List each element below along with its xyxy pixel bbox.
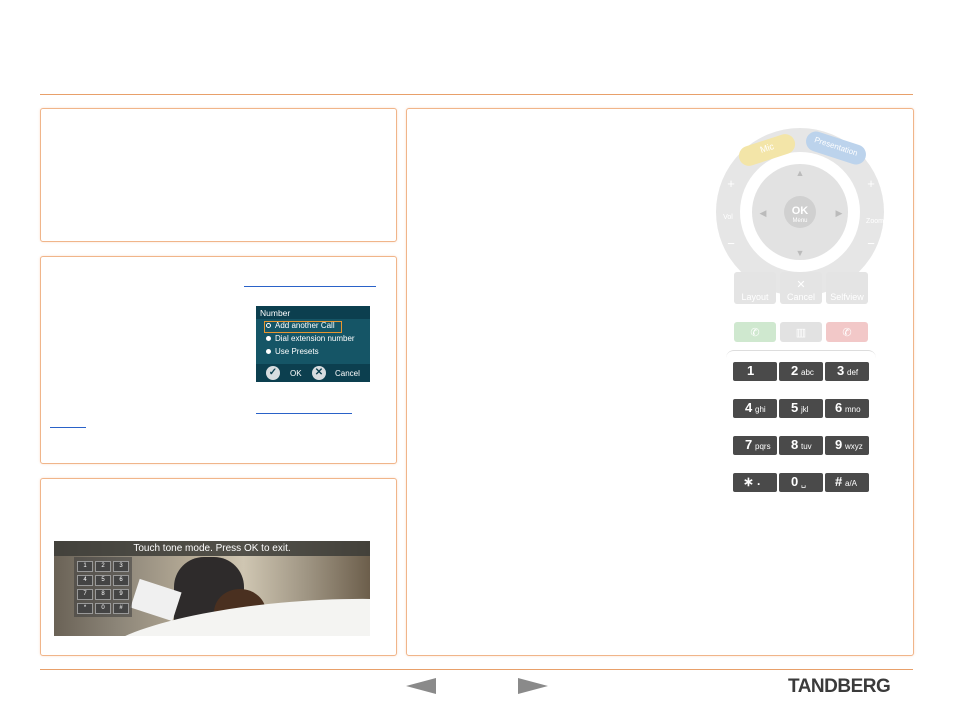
ok-label[interactable]: OK	[290, 369, 302, 378]
ok-label: OK	[791, 205, 809, 217]
arrow-left-icon[interactable]	[406, 678, 436, 694]
footer-rule	[40, 669, 913, 670]
keypad-key-star[interactable]: ∗.	[733, 473, 777, 492]
touch-tone-screenshot: Touch tone mode. Press OK to exit. 1 2 3…	[54, 541, 370, 636]
tt-key: 1	[77, 561, 93, 572]
keypad-key-6[interactable]: 6 mno	[825, 399, 869, 418]
tt-key: 3	[113, 561, 129, 572]
tt-key: 9	[113, 589, 129, 600]
touch-tone-banner: Touch tone mode. Press OK to exit.	[54, 541, 370, 556]
tt-key: #	[113, 603, 129, 614]
option-label: Dial extension number	[275, 334, 355, 343]
option-use-presets[interactable]: Use Presets	[266, 347, 319, 356]
keypad-key-1[interactable]: 1	[733, 362, 777, 381]
tt-key: 8	[95, 589, 111, 600]
tt-key: 0	[95, 603, 111, 614]
cancel-x-icon: ✕	[796, 279, 806, 291]
call-icon: ✆	[750, 327, 760, 339]
info-panel-top	[40, 108, 397, 242]
cancel-label[interactable]: Cancel	[335, 369, 360, 378]
volume-plus-icon[interactable]: +	[724, 176, 738, 191]
header-rule	[40, 94, 913, 95]
hyperlink-1[interactable]	[244, 286, 376, 287]
keypad-key-5[interactable]: 5 jkl	[779, 399, 823, 418]
dialog-footer: ✓ OK ✕ Cancel	[256, 364, 370, 382]
dialog-title: Number	[260, 308, 291, 318]
keypad-key-9[interactable]: 9 wxyz	[825, 436, 869, 455]
hyperlink-2a[interactable]	[256, 413, 352, 414]
keypad-key-hash[interactable]: # a/A	[825, 473, 869, 492]
volume-label: Vol	[723, 214, 733, 221]
radio-icon	[266, 336, 271, 342]
tt-key: *	[77, 603, 93, 614]
option-label: Use Presets	[275, 347, 319, 356]
touch-tone-keypad: 1 2 3 4 5 6 7 8 9 * 0 #	[74, 557, 132, 617]
volume-minus-icon[interactable]: −	[724, 236, 738, 251]
option-dial-extension[interactable]: Dial extension number	[266, 334, 355, 343]
tt-key: 7	[77, 589, 93, 600]
selfview-label: Selfview	[830, 292, 864, 302]
down-arrow-icon[interactable]: ▼	[792, 248, 808, 258]
zoom-label: Zoom	[866, 218, 884, 225]
arrow-right-icon[interactable]	[518, 678, 548, 694]
keypad-key-8[interactable]: 8 tuv	[779, 436, 823, 455]
right-arrow-icon[interactable]: ▶	[832, 208, 846, 219]
keypad-key-3[interactable]: 3 def	[825, 362, 869, 381]
tt-key: 2	[95, 561, 111, 572]
ok-check-icon[interactable]: ✓	[266, 366, 280, 380]
radio-icon	[266, 349, 271, 355]
keypad-divider	[726, 350, 876, 359]
tandberg-logo: TANDBERG	[788, 676, 891, 697]
zoom-minus-icon[interactable]: −	[864, 236, 878, 251]
end-call-icon: ✆	[842, 327, 852, 339]
cancel-x-icon[interactable]: ✕	[312, 366, 326, 380]
cancel-remote-label: Cancel	[786, 292, 815, 302]
left-arrow-icon[interactable]: ◀	[756, 208, 770, 219]
tt-key: 4	[77, 575, 93, 586]
menu-label: Menu	[792, 218, 808, 224]
tt-key: 5	[95, 575, 111, 586]
layout-label: Layout	[741, 292, 769, 302]
keypad-key-0[interactable]: 0 ␣	[779, 473, 823, 492]
keypad-key-7[interactable]: 7 pqrs	[733, 436, 777, 455]
tt-key: 6	[113, 575, 129, 586]
phonebook-icon: ▥	[795, 327, 807, 339]
keypad-key-2[interactable]: 2 abc	[779, 362, 823, 381]
keypad-key-4[interactable]: 4 ghi	[733, 399, 777, 418]
hyperlink-2b[interactable]	[50, 427, 86, 428]
number-dialog: Number Add another Call Dial extension n…	[256, 306, 370, 382]
selection-highlight	[264, 321, 342, 333]
zoom-plus-icon[interactable]: +	[864, 176, 878, 191]
up-arrow-icon[interactable]: ▲	[792, 168, 808, 178]
